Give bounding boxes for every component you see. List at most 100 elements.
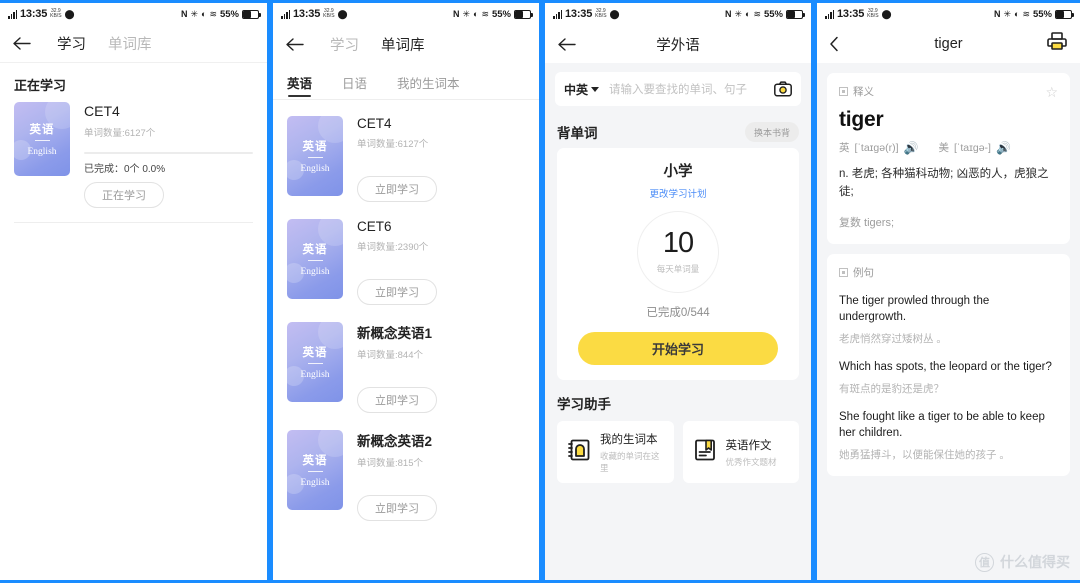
change-plan-link[interactable]: 更改学习计划	[557, 186, 799, 200]
bluetooth-icon: ✳	[462, 8, 470, 19]
progress-bar	[84, 152, 253, 154]
book-cover: 英语 English	[14, 102, 70, 176]
book-cover-cn: 英语	[302, 140, 328, 153]
notebook-icon	[566, 437, 592, 468]
section-title-studying: 正在学习	[14, 78, 67, 93]
current-book-row[interactable]: 英语 English CET4 单词数量:6127个 已完成：0个 0.0% 正…	[0, 102, 267, 222]
definition-card: 释义 ☆ tiger 英 [ˈtaɪɡə(r)] 🔊 美 [ˈtaɪɡə-] 🔊	[827, 73, 1070, 244]
uk-label: 英	[839, 142, 850, 154]
assistant-card-wordbook[interactable]: 我的生词本 收藏的单词在这里	[557, 421, 674, 483]
assistant-card-essay[interactable]: 英语作文 优秀作文题材	[682, 421, 799, 483]
back-arrow-icon[interactable]	[285, 37, 304, 52]
study-now-button[interactable]: 立即学习	[357, 176, 437, 202]
book-cover-cn: 英语	[29, 123, 55, 136]
start-study-button[interactable]: 开始学习	[578, 332, 778, 365]
book-icon	[692, 437, 718, 468]
book-cover-en: English	[300, 370, 330, 381]
signal-icon	[825, 9, 834, 19]
network-speed-icon: 32.9 KB/S	[323, 7, 335, 19]
book-cover-cn: 英语	[302, 346, 328, 359]
tab-japanese[interactable]: 日语	[342, 65, 367, 99]
dnd-icon: ◐	[745, 8, 751, 19]
battery-percent: 55%	[763, 8, 783, 20]
status-bar: 13:35 32.9 KB/S ⬤ N ✳ ◐ ≋ 55%	[817, 3, 1080, 25]
study-now-button[interactable]: 立即学习	[357, 279, 437, 305]
alarm-icon: ⬤	[64, 8, 75, 19]
book-cover-cn: 英语	[302, 454, 328, 467]
screenshot-root: 13:35 32.9 KB/S ⬤ N ✳ ◐ ≋ 55% 学习 单词库 正在学…	[0, 0, 1080, 583]
list-item[interactable]: 英语 English 新概念英语2 单词数量:815个 立即学习	[273, 422, 539, 530]
signal-icon	[8, 9, 17, 19]
page-title: 学外语	[656, 37, 700, 54]
signal-icon	[281, 9, 290, 19]
list-item[interactable]: 英语 English CET4 单词数量:6127个 立即学习	[273, 108, 539, 211]
alarm-icon: ⬤	[337, 8, 348, 19]
network-speed-icon: 32.9 KB/S	[867, 7, 879, 19]
phone-panel-1: 13:35 32.9 KB/S ⬤ N ✳ ◐ ≋ 55% 学习 单词库 正在学…	[0, 0, 270, 583]
example-chinese: 有斑点的是豹还是虎？	[839, 382, 944, 395]
star-outline-icon[interactable]: ☆	[1045, 85, 1058, 99]
network-speed-icon: 32.9 KB/S	[595, 7, 607, 19]
assistant-subtitle: 收藏的单词在这里	[600, 450, 660, 473]
nav-tab-wordbank[interactable]: 单词库	[381, 34, 425, 55]
list-item[interactable]: 英语 English 新概念英语1 单词数量:844个 立即学习	[273, 314, 539, 422]
book-cover: 英语 English	[287, 219, 343, 299]
example-chinese: 她勇猛搏斗，以便能保住她的孩子 。	[839, 448, 1010, 461]
language-selector[interactable]: 中英	[564, 81, 600, 98]
example-english: Which has spots, the leopard or the tige…	[839, 360, 1052, 373]
assistant-subtitle: 优秀作文题材	[725, 456, 777, 467]
studying-button[interactable]: 正在学习	[84, 182, 164, 208]
back-arrow-icon[interactable]	[12, 36, 31, 51]
nav-tab-wordbank[interactable]: 单词库	[108, 33, 152, 54]
book-cover: 英语 English	[287, 430, 343, 510]
alarm-icon: ⬤	[881, 8, 892, 19]
nav-tab-study[interactable]: 学习	[57, 33, 86, 54]
assistant-title: 我的生词本	[600, 433, 658, 446]
speaker-icon-us[interactable]: 🔊	[996, 142, 1011, 154]
battery-percent: 55%	[219, 8, 239, 20]
speaker-icon-uk[interactable]: 🔊	[904, 142, 919, 154]
section-title-recite: 背单词	[557, 126, 598, 141]
wifi-icon: ≋	[753, 8, 761, 19]
book-name: CET4	[84, 103, 120, 119]
bluetooth-icon: ✳	[1003, 8, 1011, 19]
camera-icon[interactable]	[774, 81, 792, 97]
section-marker-icon	[839, 267, 848, 277]
dnd-icon: ◐	[201, 8, 207, 19]
tab-my-wordbook[interactable]: 我的生词本	[397, 65, 460, 99]
book-cover-en: English	[300, 267, 330, 278]
definition-tag: 释义	[839, 84, 874, 99]
book-name: 新概念英语1	[357, 326, 433, 341]
study-now-button[interactable]: 立即学习	[357, 495, 437, 521]
battery-icon	[242, 9, 261, 19]
section-marker-icon	[839, 87, 848, 96]
back-chevron-icon[interactable]	[829, 36, 840, 52]
change-book-button[interactable]: 换本书背	[744, 122, 799, 142]
book-name: CET4	[357, 116, 392, 131]
book-name: CET6	[357, 219, 392, 234]
book-word-count: 单词数量:2390个	[357, 242, 429, 253]
search-input[interactable]: 请输入要查找的单词、句子	[599, 81, 774, 97]
tab-english[interactable]: 英语	[287, 65, 312, 99]
nav-tab-study[interactable]: 学习	[330, 34, 359, 55]
network-speed-icon: 32.9 KB/S	[50, 7, 62, 19]
uk-phonetic: [ˈtaɪɡə(r)]	[854, 141, 899, 154]
assistant-title: 英语作文	[725, 439, 772, 452]
printer-icon[interactable]	[1046, 31, 1068, 58]
battery-percent: 55%	[491, 8, 511, 20]
daily-goal-ring: 10 每天单词量	[637, 211, 719, 293]
book-cover-cn: 英语	[302, 243, 328, 256]
study-plan-card: 小学 更改学习计划 10 每天单词量 已完成0/544 开始学习	[557, 148, 799, 380]
back-arrow-icon[interactable]	[557, 37, 576, 52]
wifi-icon: ≋	[481, 8, 489, 19]
status-time: 13:35	[837, 8, 865, 20]
study-now-button[interactable]: 立即学习	[357, 387, 437, 413]
list-item[interactable]: 英语 English CET6 单词数量:2390个 立即学习	[273, 211, 539, 314]
book-word-count: 单词数量:844个	[357, 350, 423, 361]
definition-text: n. 老虎; 各种猫科动物; 凶恶的人，虎狼之徒;	[839, 168, 1049, 198]
example-english: The tiger prowled through the undergrowt…	[839, 294, 990, 324]
page-title: tiger	[934, 36, 963, 52]
bluetooth-icon: ✳	[734, 8, 742, 19]
plan-title: 小学	[663, 164, 693, 180]
search-bar[interactable]: 中英 请输入要查找的单词、句子	[555, 72, 801, 106]
